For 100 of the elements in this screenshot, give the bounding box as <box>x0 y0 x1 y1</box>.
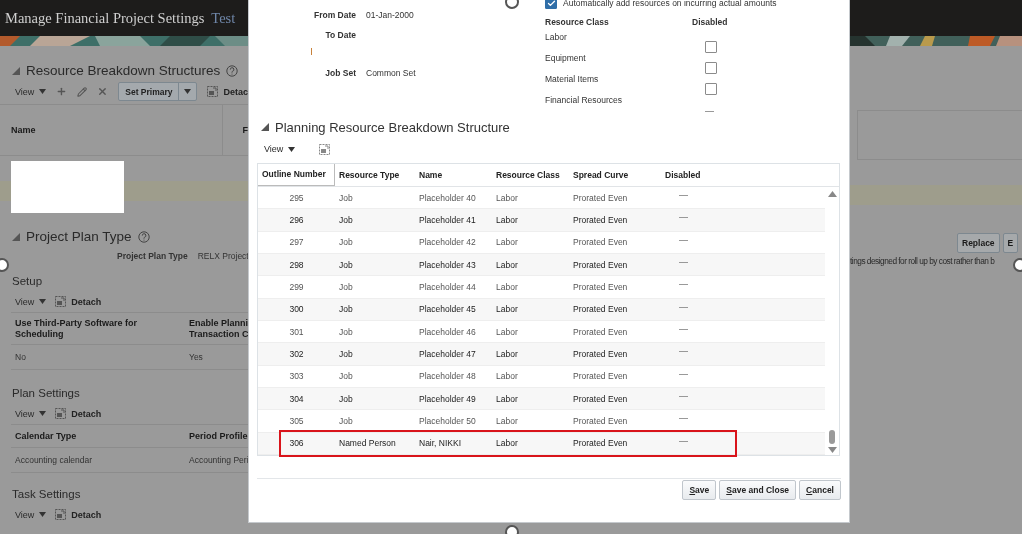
resource-class-label: Labor <box>545 32 568 44</box>
dialog-button[interactable]: Save and Close <box>719 480 797 500</box>
view-menu[interactable]: View <box>264 144 296 154</box>
table-cell-text: Job <box>338 237 354 248</box>
column-header: Resource Class <box>545 17 610 29</box>
table-cell-text: No <box>14 352 27 362</box>
table-cell-text: Labor <box>495 281 519 292</box>
table-cell-text: 297 <box>288 237 305 248</box>
checkbox[interactable] <box>545 0 557 9</box>
table-row[interactable]: 302 Job Placeholder 47 Labor Prorated Even <box>258 343 825 366</box>
table-row[interactable]: 300 Job Placeholder 45 Labor Prorated Even <box>258 298 825 321</box>
column-header[interactable]: Name <box>415 164 492 186</box>
detach-button[interactable]: Detach <box>55 408 102 419</box>
table-cell-text: Labor <box>495 416 519 426</box>
table-cell-text: Job <box>338 416 354 426</box>
table-cell-text: Prorated Even <box>572 259 629 270</box>
help-icon[interactable] <box>226 64 239 77</box>
table-cell-text: Prorated Even <box>572 371 629 382</box>
field-label: From Date <box>312 9 356 22</box>
table-cell-text: Prorated Even <box>572 326 629 337</box>
table-cell-text: 295 <box>288 192 305 203</box>
table-cell-text: Prorated Even <box>572 304 629 315</box>
table-cell-text: Job <box>338 214 354 225</box>
subsection-title: Plan Settings <box>11 387 81 401</box>
table-cell-text: Accounting calendar <box>14 455 94 465</box>
table-cell-text: Labor <box>495 393 519 404</box>
table-cell-text: Labor <box>495 326 519 337</box>
table-cell-text: Accounting Peri <box>188 455 248 465</box>
table-cell-text: Job <box>338 281 354 292</box>
column-header: Calendar Type <box>14 430 78 442</box>
view-menu[interactable]: View <box>15 86 47 97</box>
table-cell-text: Prorated Even <box>572 348 629 359</box>
field-value: RELX Project <box>197 251 248 261</box>
column-header: Use Third-Party Software for Scheduling <box>14 317 139 340</box>
detach-icon <box>55 408 67 419</box>
caret-icon <box>39 89 47 94</box>
field-label: Project Plan Type <box>117 251 188 261</box>
scroll-thumb[interactable] <box>829 430 835 444</box>
detach-button[interactable]: Detach <box>55 509 102 520</box>
caret-icon <box>184 89 192 94</box>
table-cell-text: Job <box>338 393 354 404</box>
caret-icon <box>39 411 47 416</box>
dialog-button[interactable]: Cancel <box>799 480 841 500</box>
table-cell-text: Job <box>338 371 354 382</box>
table-row[interactable]: 304 Job Placeholder 49 Labor Prorated Even <box>258 387 825 411</box>
field-value: Common Set <box>366 67 417 80</box>
description-text: tings designed for roll up by cost rather than b <box>850 256 995 266</box>
set-primary-button[interactable]: Set Primary <box>119 83 179 100</box>
collapse-triangle-icon[interactable] <box>261 123 269 131</box>
column-header[interactable]: Resource Type <box>335 164 415 186</box>
table-cell-text: Labor <box>495 304 519 315</box>
table-cell-text: 296 <box>288 214 305 225</box>
view-menu[interactable]: View <box>15 408 47 419</box>
checkbox[interactable] <box>705 62 717 74</box>
dialog-button[interactable]: Save <box>682 480 717 500</box>
checkbox[interactable] <box>705 83 717 95</box>
table-cell-text: Labor <box>495 371 519 382</box>
action-button[interactable]: E <box>1002 233 1019 253</box>
table-row[interactable]: 306 Named Person Nair, NIKKI Labor Prorated Even <box>258 432 825 455</box>
column-header[interactable]: Resource Class <box>492 164 569 186</box>
text-cursor <box>311 48 312 55</box>
edit-icon[interactable] <box>77 85 88 98</box>
table-cell-text: Placeholder 46 <box>418 326 477 337</box>
detach-button[interactable]: Detac <box>207 86 248 97</box>
table-cell-text: Labor <box>495 438 519 449</box>
detach-button[interactable]: Detach <box>55 296 102 307</box>
table-cell-text: 302 <box>288 348 305 359</box>
checkbox-label: Automatically add resources on incurring actual amounts <box>563 0 777 8</box>
checkbox[interactable] <box>705 41 717 53</box>
view-menu[interactable]: View <box>15 296 47 307</box>
table-cell-text: Placeholder 47 <box>418 348 477 359</box>
table-cell-text: Placeholder 40 <box>418 192 477 203</box>
table-cell-text: Placeholder 45 <box>418 304 477 315</box>
table-cell-text: Placeholder 49 <box>418 393 477 404</box>
action-button[interactable]: Replace <box>957 233 1000 253</box>
table-cell-text: Placeholder 50 <box>418 416 477 426</box>
table-cell-text: Prorated Even <box>572 237 629 248</box>
scroll-up-icon[interactable] <box>827 190 837 197</box>
table-row[interactable]: 298 Job Placeholder 43 Labor Prorated Even <box>258 253 825 277</box>
subsection-title: Task Settings <box>11 488 82 502</box>
column-header[interactable]: Disabled <box>661 164 839 186</box>
detach-icon <box>207 86 219 97</box>
table-cell-text: 301 <box>288 326 305 337</box>
column-header[interactable]: Spread Curve <box>569 164 661 186</box>
delete-icon[interactable] <box>97 85 109 98</box>
help-icon[interactable] <box>137 230 150 243</box>
table-cell-text: Labor <box>495 348 519 359</box>
table-row[interactable]: 296 Job Placeholder 41 Labor Prorated Even <box>258 209 825 232</box>
table-cell-text: 300 <box>288 304 305 315</box>
table-cell-text: Labor <box>495 259 519 270</box>
subsection-title: Setup <box>11 275 44 289</box>
column-header[interactable]: Outline Number <box>258 164 335 186</box>
add-icon[interactable] <box>56 85 68 98</box>
table-cell-text: Placeholder 41 <box>418 214 477 225</box>
view-menu[interactable]: View <box>15 509 47 520</box>
table-cell-text: Job <box>338 348 354 359</box>
table-cell-text: Yes <box>188 352 204 362</box>
scroll-down-icon[interactable] <box>827 447 837 453</box>
table-cell-text: Placeholder 48 <box>418 371 477 382</box>
table-cell-text: Prorated Even <box>572 214 629 225</box>
